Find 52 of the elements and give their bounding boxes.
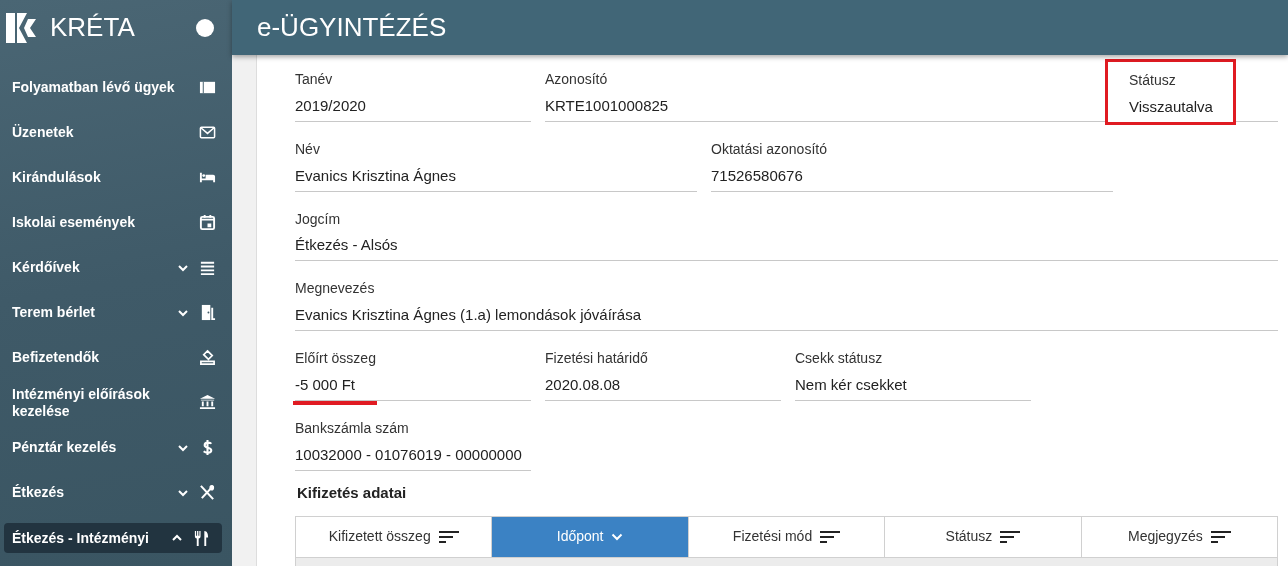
field-label: Név [295,140,320,158]
logo-icon [6,12,38,43]
sort-icon [1000,529,1021,544]
field-value: Nem kér csekket [795,376,907,394]
field-value: Étkezés - Alsós [295,236,398,255]
field-value: 71526580676 [711,166,803,185]
sidebar-item[interactable]: Befizetendők [0,335,228,380]
sidebar-item[interactable]: Intézményi előírások kezelése [0,380,228,425]
panel-icon [199,79,216,96]
field-label: Előírt összeg [295,350,376,367]
status-dot [196,18,214,37]
door-icon [199,304,216,321]
sidebar-item[interactable]: Folyamatban lévő ügyek [0,65,228,110]
field-label: Tanév [295,71,333,88]
field-value: Evanics Krisztina Ágnes (1.a) lemondások jóváírása [295,306,641,325]
fork-knife-icon [193,529,210,547]
field-label: Fizetési határidő [545,350,648,367]
sidebar-item[interactable]: Iskolai események [0,200,228,245]
field-value: KRTE1001000825 [545,96,669,115]
list-icon [199,259,216,276]
sidebar-item[interactable]: Üzenetek [0,110,228,155]
field-label: Bankszámla szám [295,420,409,437]
field-label: Oktatási azonosító [711,140,827,158]
field-label: Megnevezés [295,280,375,298]
sidebar-item[interactable]: Étkezés [0,470,228,515]
field-value: -5 000 Ft [295,376,356,394]
field-value: Evanics Krisztina Ágnes [295,166,456,185]
section-title: Kifizetés adatai [297,483,407,502]
field-value: 2019/2020 [295,96,366,115]
sort-icon [438,529,459,544]
sidebar-item[interactable]: Terem bérlet [0,290,228,335]
sidebar-item[interactable]: Kirándulások [0,155,228,200]
sidebar-item[interactable]: Pénztár kezelés [0,425,228,470]
fork-knife-icon [199,484,216,501]
sidebar-item[interactable]: Étkezés - Intézményi [4,523,222,553]
page-title: e-ÜGYINTÉZÉS [232,0,1288,55]
sort-icon [820,529,841,544]
sidebar-item[interactable]: Kérdőívek [0,245,228,290]
calendar-icon [199,214,216,231]
field-value: 10032000 - 01076019 - 00000000 [295,445,522,464]
field-value: 2020.08.08 [545,376,621,394]
field-value: Visszautalva [1129,97,1213,116]
bank-icon [199,394,216,411]
mail-icon [199,124,216,141]
sort-icon [1210,529,1231,544]
column-header[interactable]: Időpont [492,516,689,557]
field-label: Státusz [1129,72,1176,89]
field-label: Jogcím [295,210,341,228]
field-label: Csekk státusz [795,350,883,367]
app-name: KRÉTA [50,11,135,44]
field-label: Azonosító [545,71,608,88]
stamp-icon [199,349,216,366]
